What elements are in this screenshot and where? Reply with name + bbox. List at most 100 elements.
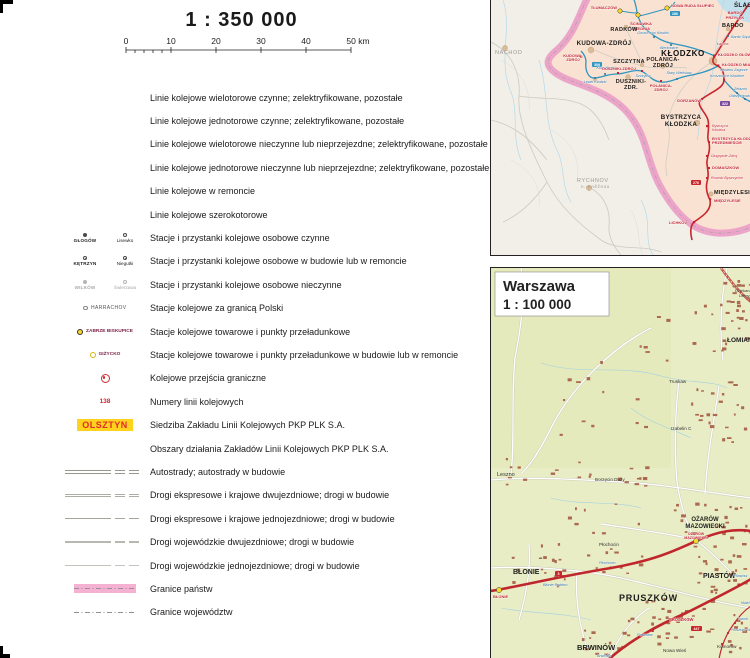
label-miedzylesie-town: MIĘDZYLESIE xyxy=(714,190,750,196)
label-ozarow-town-2: MAZOWIECKI xyxy=(685,524,725,530)
station-example: Świerzawa xyxy=(105,279,145,290)
label-izabelin: Izabelin C xyxy=(671,426,692,431)
label-blonie-station: BŁONIE xyxy=(493,594,508,599)
legend-row-label: Numery linii kolejowych xyxy=(150,396,244,407)
map-title: Warszawa xyxy=(503,278,576,295)
label-ozarow-town: OŻARÓW xyxy=(691,515,719,523)
map-fragment-klodzko: 286 309 322 276 NACHOD RYCHNOV n. Kněžno… xyxy=(490,0,750,256)
label-brwinow-station: Brwinów xyxy=(597,654,612,658)
station-example-name: WILKÓW xyxy=(74,284,96,290)
freight-station-icon xyxy=(89,351,96,358)
map-fragment-warszawa: 3 447 Dziekanów Leśny ŁOMIANKI Truskaw I… xyxy=(490,267,750,658)
station-example: WILKÓW xyxy=(65,279,105,290)
badge-447: 447 xyxy=(694,627,700,631)
label-bystrzyca-station-2: Kłodzka xyxy=(712,128,725,132)
label-kudowa-zdroj: KUDOWA-ZDRÓJ xyxy=(577,39,632,47)
legend-row-label: Drogi wojewódzkie dwujezdniowe; drogi w … xyxy=(150,537,355,548)
voivodeship-dual-symbol xyxy=(62,541,148,544)
label-polanica-town-2: ZDRÓJ xyxy=(653,61,673,69)
legend-row-label: Linie kolejowe wielotorowe nieczynne lub… xyxy=(150,139,488,150)
label-pruszkow-station: PRUSZKÓW xyxy=(669,617,693,622)
label-oldrzychowice: Ołdrzychowice Kłodzkie xyxy=(729,94,750,98)
station-marker-icon xyxy=(123,256,127,261)
label-parzniew: Parzniew xyxy=(637,633,653,637)
legend-row-rail-multi-active: Linie kolejowe wielotorowe czynne; zelek… xyxy=(0,86,483,109)
station-marker-icon xyxy=(83,233,87,238)
station-example-name: HARRACHOV xyxy=(90,305,127,312)
label-radkow: RADKÓW xyxy=(610,25,638,33)
label-leszno: Leszno xyxy=(497,472,515,478)
legend-row-rail-single-active: Linie kolejowe jednotorowe czynne; zelek… xyxy=(0,109,483,132)
stations-construction-symbol: KĘTRZYN Niegutki xyxy=(62,256,148,266)
road-symbol xyxy=(65,469,145,475)
road-symbol xyxy=(65,493,145,498)
label-borzecin: Borzęcin Duży xyxy=(595,477,625,482)
label-rychnov-2: n. Kněžnou xyxy=(581,184,610,189)
station-marker-icon xyxy=(83,279,87,284)
legend-row-rail-single-closed: Linie kolejowe jednotorowe nieczynne lub… xyxy=(0,156,489,179)
abroad-station-example: HARRACHOV xyxy=(83,305,126,311)
label-szczytna: SZCZYTNA xyxy=(613,59,645,65)
label-nachod: NACHOD xyxy=(495,50,522,56)
label-blonie-town: BŁONIE xyxy=(513,569,540,576)
legend-row-voivodeship-dual: Drogi wojewódzkie dwujezdniowe; drogi w … xyxy=(0,530,483,553)
legend-row-label: Linie kolejowe szerokotorowe xyxy=(150,209,268,220)
scale-tick-label: 30 xyxy=(256,36,266,46)
legend-row-label: Stacje i przystanki kolejowe osobowe czy… xyxy=(150,233,330,244)
line-number-symbol: 138 xyxy=(62,398,148,405)
legend-row-rail-renovation: Linie kolejowe w remoncie xyxy=(0,180,483,203)
scale-tick-label: 20 xyxy=(211,36,221,46)
freight-station-icon xyxy=(77,328,84,335)
label-nowa-ruda-slupiec: NOWA RUDA SŁUPIEC xyxy=(671,3,714,8)
legend-row-label: Autostrady; autostrady w budowie xyxy=(150,466,286,477)
label-lewin: Lewin Kłodzki xyxy=(584,80,607,84)
label-bystrzyca-town-2: KŁODZKA xyxy=(665,121,698,128)
label-miedzylesie-station: MIĘDZYLESIE xyxy=(714,198,741,203)
legend-row-label: Granice państw xyxy=(150,583,213,594)
station-example-name: KĘTRZYN xyxy=(73,261,97,267)
legend-row-expressway-single: Drogi ekspresowe i krajowe jednojezdniow… xyxy=(0,507,483,530)
label-tworki: Tworki xyxy=(738,617,748,621)
label-pruszkow-wkd: Pruszków WKD xyxy=(731,628,750,632)
label-bardo: BARDO xyxy=(722,23,744,29)
badge-322: 322 xyxy=(722,102,728,106)
label-piastow-town: PIASTÓW xyxy=(703,571,736,580)
label-roztoki: Roztoki Bystrzyckie xyxy=(711,176,743,180)
label-bystrzyca-town: BYSTRZYCA xyxy=(661,114,702,121)
label-duszniki-station: DUSZNIKI-ZDRÓJ xyxy=(602,66,636,71)
label-klodzko-miasto: KŁODZKO MIASTO xyxy=(722,62,750,67)
legend-row-state-border: Granice państw xyxy=(0,577,483,600)
station-marker-icon xyxy=(83,256,87,261)
plk-hq-example: OLSZTYN xyxy=(77,419,133,432)
legend-row-voivodeship-single: Drogi wojewódzkie jednojezdniowe; drogi … xyxy=(0,554,483,577)
legend-row-stations-active: GŁOGÓW Lisewko Stacje i przystanki kolejow… xyxy=(0,226,483,249)
legend-row-plk-hq: OLSZTYN Siedziba Zakładu Linii Kolejowych… xyxy=(0,413,483,436)
state-border-symbol xyxy=(62,584,148,594)
label-kudowa-station-2: ZDRÓJ xyxy=(566,57,580,62)
legend-row-border-crossing: Kolejowe przejścia graniczne xyxy=(0,367,483,390)
station-marker-icon xyxy=(123,279,127,284)
voivodeship-single-symbol xyxy=(62,565,148,566)
label-nowa-wies: Nowa Wieś xyxy=(663,648,687,653)
legend-row-label: Linie kolejowe wielotorowe czynne; zelek… xyxy=(150,92,403,103)
legend-row-voivodeship-border: Granice województw xyxy=(0,601,483,624)
scale-tick-label: 10 xyxy=(166,36,176,46)
frame-corner-bottom-left xyxy=(0,646,3,658)
legend-row-label: Stacje i przystanki kolejowe osobowe w b… xyxy=(150,256,407,267)
legend-row-freight-construction: GIŻYCKO Stacje kolejowe towarowe i punkty… xyxy=(0,343,483,366)
label-komorow: Komorów xyxy=(717,644,737,649)
map-title-box: Warszawa 1 : 100 000 xyxy=(494,271,610,317)
station-abroad-symbol: HARRACHOV xyxy=(62,305,148,311)
label-tlumaczow: TŁUMACZÓW xyxy=(591,5,617,10)
station-example-name: GŁOGÓW xyxy=(73,238,97,244)
label-plochocin-town: Płochocin xyxy=(599,542,619,547)
label-dlugopole: Długopole-Zdrój xyxy=(711,154,737,158)
scale-tick-label: 50 km xyxy=(346,36,369,46)
scale-bar: 0 10 20 30 40 50 km xyxy=(124,36,370,53)
abroad-station-icon xyxy=(83,305,88,311)
label-pruszkow-town: PRUSZKÓW xyxy=(619,592,678,603)
label-bystrzyca-przedmiescie-2: PRZEDMIEŚCIE xyxy=(712,140,742,145)
road-symbol xyxy=(65,518,145,520)
label-lawica: Ławica xyxy=(717,42,728,46)
station-marker-icon xyxy=(123,233,127,238)
